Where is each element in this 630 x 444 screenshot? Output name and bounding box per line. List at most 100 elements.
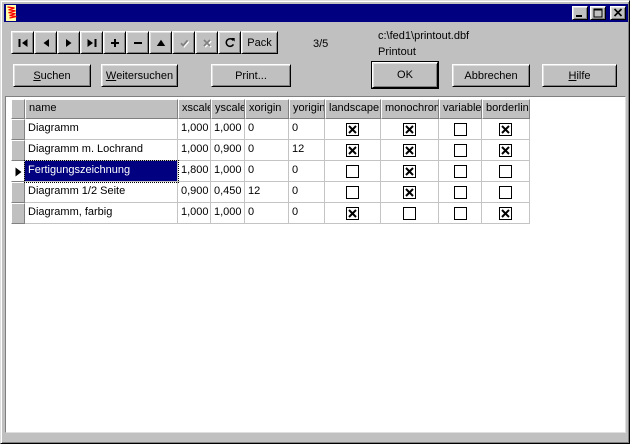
- data-grid: namexscaleyscalexoriginyoriginlandscapem…: [11, 99, 530, 224]
- cell-landscape[interactable]: [325, 182, 381, 203]
- minimize-button[interactable]: [572, 6, 588, 20]
- ok-button[interactable]: OK: [372, 62, 438, 88]
- column-header-name[interactable]: name: [25, 99, 178, 119]
- cell-borderline[interactable]: [482, 203, 530, 224]
- cell-monochrom[interactable]: [381, 119, 439, 140]
- row-selector[interactable]: [11, 161, 25, 182]
- previous-record-button[interactable]: [34, 31, 57, 54]
- cell-xscale[interactable]: 1,000: [178, 119, 211, 140]
- cell-monochrom[interactable]: [381, 182, 439, 203]
- cell-yorigin[interactable]: 0: [289, 182, 325, 203]
- cell-yscale[interactable]: 0,900: [211, 140, 245, 161]
- cell-variable[interactable]: [439, 161, 482, 182]
- column-header-yorigin[interactable]: yorigin: [289, 99, 325, 119]
- column-header-xorigin[interactable]: xorigin: [245, 99, 289, 119]
- row-selector[interactable]: [11, 119, 25, 140]
- checkbox-checked-icon[interactable]: [499, 123, 512, 136]
- last-record-button[interactable]: [80, 31, 103, 54]
- checkbox-unchecked-icon[interactable]: [403, 207, 416, 220]
- column-header-variable[interactable]: variable: [439, 99, 482, 119]
- cell-variable[interactable]: [439, 140, 482, 161]
- cell-name[interactable]: Diagramm: [25, 119, 178, 140]
- first-record-button[interactable]: [11, 31, 34, 54]
- cell-monochrom[interactable]: [381, 161, 439, 182]
- weitersuchen-button[interactable]: Weitersuchen: [101, 64, 178, 87]
- checkbox-checked-icon[interactable]: [346, 123, 359, 136]
- cell-yscale[interactable]: 1,000: [211, 203, 245, 224]
- checkbox-checked-icon[interactable]: [346, 144, 359, 157]
- cell-yscale[interactable]: 1,000: [211, 119, 245, 140]
- checkbox-unchecked-icon[interactable]: [346, 165, 359, 178]
- cell-landscape[interactable]: [325, 203, 381, 224]
- row-selector[interactable]: [11, 203, 25, 224]
- cell-xorigin[interactable]: 12: [245, 182, 289, 203]
- checkbox-checked-icon[interactable]: [346, 207, 359, 220]
- cell-name[interactable]: Diagramm 1/2 Seite: [25, 182, 178, 203]
- cell-borderline[interactable]: [482, 182, 530, 203]
- cell-yorigin[interactable]: 0: [289, 161, 325, 182]
- checkbox-unchecked-icon[interactable]: [454, 123, 467, 136]
- cell-yorigin[interactable]: 12: [289, 140, 325, 161]
- column-header-borderline[interactable]: borderline: [482, 99, 530, 119]
- cell-yscale[interactable]: 1,000: [211, 161, 245, 182]
- checkbox-checked-icon[interactable]: [499, 144, 512, 157]
- pack-button[interactable]: Pack: [241, 31, 278, 54]
- cell-landscape[interactable]: [325, 119, 381, 140]
- checkbox-unchecked-icon[interactable]: [346, 186, 359, 199]
- checkbox-unchecked-icon[interactable]: [499, 186, 512, 199]
- cell-variable[interactable]: [439, 119, 482, 140]
- checkbox-unchecked-icon[interactable]: [454, 207, 467, 220]
- print-button[interactable]: Print...: [211, 64, 291, 87]
- row-selector[interactable]: [11, 140, 25, 161]
- cell-yscale[interactable]: 0,450: [211, 182, 245, 203]
- column-header-yscale[interactable]: yscale: [211, 99, 245, 119]
- maximize-button[interactable]: [590, 6, 606, 20]
- cell-yorigin[interactable]: 0: [289, 119, 325, 140]
- cell-landscape[interactable]: [325, 140, 381, 161]
- close-button[interactable]: [610, 6, 626, 20]
- cell-xorigin[interactable]: 0: [245, 140, 289, 161]
- checkbox-unchecked-icon[interactable]: [454, 144, 467, 157]
- cell-xscale[interactable]: 1,000: [178, 140, 211, 161]
- cell-xorigin[interactable]: 0: [245, 203, 289, 224]
- cell-name[interactable]: Diagramm, farbig: [25, 203, 178, 224]
- column-header-landscape[interactable]: landscape: [325, 99, 381, 119]
- cell-name[interactable]: Fertigungszeichnung: [25, 161, 178, 182]
- append-record-button[interactable]: [103, 31, 126, 54]
- cell-borderline[interactable]: [482, 119, 530, 140]
- cell-monochrom[interactable]: [381, 203, 439, 224]
- suchen-button[interactable]: Suchen: [13, 64, 91, 87]
- cell-variable[interactable]: [439, 182, 482, 203]
- cell-xorigin[interactable]: 0: [245, 119, 289, 140]
- titlebar[interactable]: [4, 4, 628, 22]
- cell-xorigin[interactable]: 0: [245, 161, 289, 182]
- checkbox-checked-icon[interactable]: [403, 144, 416, 157]
- checkbox-checked-icon[interactable]: [403, 186, 416, 199]
- row-selector[interactable]: [11, 182, 25, 203]
- file-title-label: Printout: [378, 46, 416, 58]
- hilfe-button[interactable]: Hilfe: [542, 64, 617, 87]
- column-header-monochrom[interactable]: monochrom: [381, 99, 439, 119]
- refresh-button[interactable]: [218, 31, 241, 54]
- checkbox-checked-icon[interactable]: [403, 123, 416, 136]
- cell-landscape[interactable]: [325, 161, 381, 182]
- cell-monochrom[interactable]: [381, 140, 439, 161]
- delete-record-button[interactable]: [126, 31, 149, 54]
- cell-variable[interactable]: [439, 203, 482, 224]
- cell-borderline[interactable]: [482, 161, 530, 182]
- checkbox-unchecked-icon[interactable]: [454, 186, 467, 199]
- cell-xscale[interactable]: 1,800: [178, 161, 211, 182]
- checkbox-unchecked-icon[interactable]: [454, 165, 467, 178]
- checkbox-checked-icon[interactable]: [403, 165, 416, 178]
- cell-borderline[interactable]: [482, 140, 530, 161]
- cell-xscale[interactable]: 0,900: [178, 182, 211, 203]
- next-record-button[interactable]: [57, 31, 80, 54]
- checkbox-checked-icon[interactable]: [499, 207, 512, 220]
- column-header-xscale[interactable]: xscale: [178, 99, 211, 119]
- cell-xscale[interactable]: 1,000: [178, 203, 211, 224]
- checkbox-unchecked-icon[interactable]: [499, 165, 512, 178]
- cell-name[interactable]: Diagramm m. Lochrand: [25, 140, 178, 161]
- move-top-button[interactable]: [149, 31, 172, 54]
- abbrechen-button[interactable]: Abbrechen: [452, 64, 530, 87]
- cell-yorigin[interactable]: 0: [289, 203, 325, 224]
